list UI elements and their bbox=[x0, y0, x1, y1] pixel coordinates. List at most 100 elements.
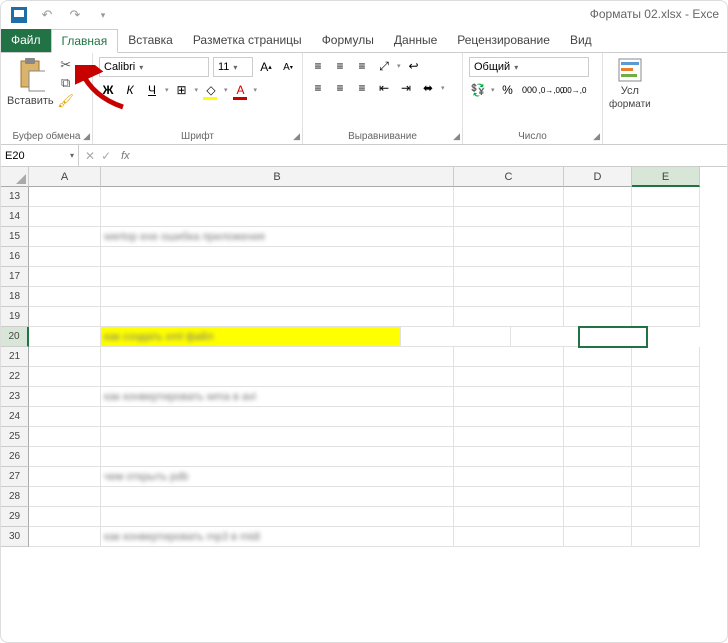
font-name-combo[interactable]: Calibri▾ bbox=[99, 57, 209, 77]
cell[interactable] bbox=[564, 527, 632, 547]
cell[interactable] bbox=[454, 367, 564, 387]
cell[interactable] bbox=[101, 367, 454, 387]
cell[interactable]: wertop exe ошибка приложения bbox=[101, 227, 454, 247]
row-header[interactable]: 19 bbox=[1, 307, 29, 327]
cell[interactable] bbox=[454, 447, 564, 467]
cell[interactable] bbox=[632, 227, 700, 247]
row-header[interactable]: 20 bbox=[1, 327, 29, 347]
cell[interactable] bbox=[564, 347, 632, 367]
increase-font-icon[interactable]: A▴ bbox=[257, 58, 275, 76]
cell[interactable] bbox=[29, 227, 101, 247]
align-top-icon[interactable]: ≡ bbox=[309, 57, 327, 75]
row-header[interactable]: 29 bbox=[1, 507, 29, 527]
row-header[interactable]: 13 bbox=[1, 187, 29, 207]
cell[interactable] bbox=[564, 267, 632, 287]
cell[interactable] bbox=[29, 207, 101, 227]
cell[interactable] bbox=[454, 307, 564, 327]
number-dialog-launcher-icon[interactable]: ◢ bbox=[593, 131, 600, 142]
align-bottom-icon[interactable]: ≡ bbox=[353, 57, 371, 75]
cell[interactable] bbox=[564, 287, 632, 307]
cell[interactable] bbox=[632, 447, 700, 467]
row-header[interactable]: 28 bbox=[1, 487, 29, 507]
underline-button[interactable]: Ч bbox=[143, 81, 161, 99]
cell[interactable] bbox=[632, 467, 700, 487]
cell[interactable] bbox=[564, 247, 632, 267]
cell[interactable] bbox=[632, 367, 700, 387]
column-header-C[interactable]: C bbox=[454, 167, 564, 187]
row-header[interactable]: 27 bbox=[1, 467, 29, 487]
column-header-E[interactable]: E bbox=[632, 167, 700, 187]
cell[interactable] bbox=[29, 427, 101, 447]
align-middle-icon[interactable]: ≡ bbox=[331, 57, 349, 75]
redo-icon[interactable]: ↷ bbox=[67, 7, 83, 23]
cell[interactable] bbox=[29, 347, 101, 367]
bold-button[interactable]: Ж bbox=[99, 81, 117, 99]
cell[interactable] bbox=[564, 227, 632, 247]
row-header[interactable]: 18 bbox=[1, 287, 29, 307]
align-right-icon[interactable]: ≡ bbox=[353, 79, 371, 97]
font-size-combo[interactable]: 11▾ bbox=[213, 57, 253, 77]
enter-formula-icon[interactable]: ✓ bbox=[101, 149, 111, 163]
cell[interactable] bbox=[101, 347, 454, 367]
tab-formulas[interactable]: Формулы bbox=[312, 29, 384, 52]
cell[interactable]: чем открыть pdb bbox=[101, 467, 454, 487]
cell[interactable] bbox=[454, 187, 564, 207]
tab-file[interactable]: Файл bbox=[1, 29, 51, 52]
save-icon[interactable] bbox=[11, 7, 27, 23]
row-header[interactable]: 15 bbox=[1, 227, 29, 247]
tab-home[interactable]: Главная bbox=[51, 29, 119, 53]
cell[interactable] bbox=[29, 327, 101, 347]
cell[interactable] bbox=[564, 447, 632, 467]
decrease-font-icon[interactable]: A▾ bbox=[279, 58, 297, 76]
cell[interactable] bbox=[454, 487, 564, 507]
select-all-corner[interactable] bbox=[1, 167, 29, 187]
qat-customize-icon[interactable]: ▾ bbox=[95, 7, 111, 23]
increase-indent-icon[interactable]: ⇥ bbox=[397, 79, 415, 97]
cell[interactable] bbox=[454, 407, 564, 427]
cell[interactable] bbox=[564, 387, 632, 407]
cell[interactable] bbox=[29, 467, 101, 487]
cell[interactable] bbox=[564, 427, 632, 447]
cell[interactable] bbox=[564, 187, 632, 207]
decrease-indent-icon[interactable]: ⇤ bbox=[375, 79, 393, 97]
cancel-formula-icon[interactable]: ✕ bbox=[85, 149, 95, 163]
column-header-D[interactable]: D bbox=[564, 167, 632, 187]
cell[interactable] bbox=[29, 307, 101, 327]
cell[interactable] bbox=[632, 187, 700, 207]
font-color-icon[interactable]: A bbox=[232, 81, 250, 99]
alignment-dialog-launcher-icon[interactable]: ◢ bbox=[453, 131, 460, 142]
cell[interactable] bbox=[564, 487, 632, 507]
align-center-icon[interactable]: ≡ bbox=[331, 79, 349, 97]
cell[interactable] bbox=[454, 287, 564, 307]
cell[interactable] bbox=[564, 507, 632, 527]
cut-icon[interactable]: ✂ bbox=[58, 57, 74, 73]
cell[interactable] bbox=[101, 487, 454, 507]
increase-decimal-icon[interactable]: ,0→,00 bbox=[543, 81, 561, 99]
cell[interactable] bbox=[632, 207, 700, 227]
tab-review[interactable]: Рецензирование bbox=[447, 29, 560, 52]
cell[interactable] bbox=[29, 407, 101, 427]
cell[interactable] bbox=[454, 227, 564, 247]
cell[interactable] bbox=[564, 367, 632, 387]
undo-icon[interactable]: ↶ bbox=[39, 7, 55, 23]
row-header[interactable]: 23 bbox=[1, 387, 29, 407]
cell[interactable] bbox=[101, 187, 454, 207]
accounting-format-icon[interactable]: 💱 bbox=[469, 81, 487, 99]
cell[interactable] bbox=[29, 387, 101, 407]
fill-color-icon[interactable]: ◇ bbox=[202, 81, 220, 99]
tab-view[interactable]: Вид bbox=[560, 29, 602, 52]
cell[interactable] bbox=[564, 407, 632, 427]
align-left-icon[interactable]: ≡ bbox=[309, 79, 327, 97]
row-header[interactable]: 25 bbox=[1, 427, 29, 447]
cell[interactable] bbox=[632, 307, 700, 327]
cell[interactable] bbox=[101, 507, 454, 527]
row-header[interactable]: 21 bbox=[1, 347, 29, 367]
cell[interactable] bbox=[454, 267, 564, 287]
row-header[interactable]: 17 bbox=[1, 267, 29, 287]
comma-icon[interactable]: 000 bbox=[521, 81, 539, 99]
cell[interactable]: как конвертировать wma в avi bbox=[101, 387, 454, 407]
wrap-text-icon[interactable]: ↩ bbox=[405, 57, 423, 75]
row-header[interactable]: 30 bbox=[1, 527, 29, 547]
tab-data[interactable]: Данные bbox=[384, 29, 447, 52]
tab-page-layout[interactable]: Разметка страницы bbox=[183, 29, 312, 52]
